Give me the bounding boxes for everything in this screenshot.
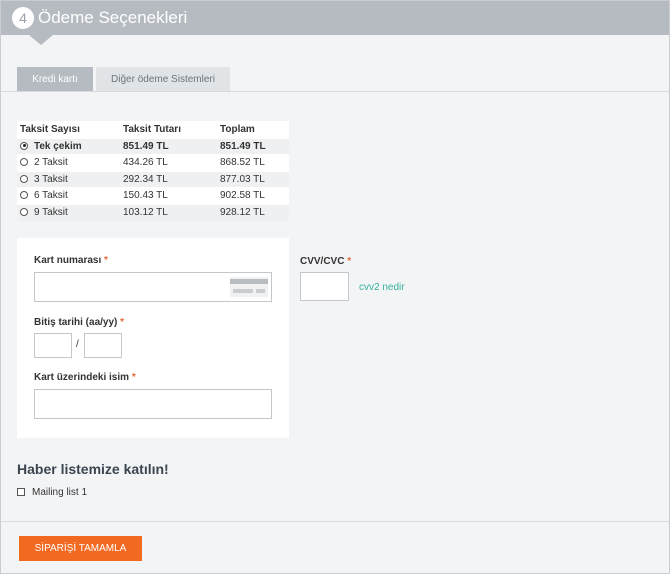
installment-label: 3 Taksit [34, 173, 68, 185]
required-mark: * [104, 255, 108, 266]
expiry-label: Bitiş tarihi (aa/yy) * [34, 317, 125, 328]
installment-amount: 150.43 TL [120, 187, 217, 204]
installment-option[interactable]: 9 Taksit [17, 203, 120, 221]
step-title: Ödeme Seçenekleri [38, 8, 188, 27]
radio-icon[interactable] [20, 191, 28, 200]
installment-total: 902.58 TL [217, 187, 289, 204]
newsletter-title: Haber listemize katılın! [17, 461, 169, 477]
cvv-help-link[interactable]: cvv2 nedir [359, 282, 405, 293]
radio-icon[interactable] [20, 208, 28, 216]
step-number-badge: 4 [12, 7, 34, 29]
installment-total: 928.12 TL [217, 203, 289, 221]
installment-total: 877.03 TL [217, 170, 289, 188]
installment-amount: 103.12 TL [120, 203, 217, 221]
step-header: 4 Ödeme Seçenekleri [1, 1, 669, 35]
installment-total: 868.52 TL [217, 154, 289, 171]
installment-label: Tek çekim [34, 140, 82, 152]
tab-credit-card[interactable]: Kredi kartı [17, 67, 93, 92]
mailing-list-label[interactable]: Mailing list 1 [32, 487, 87, 498]
required-mark: * [120, 317, 125, 328]
installment-option[interactable]: 2 Taksit [17, 154, 120, 171]
header-pointer-arrow [29, 35, 53, 45]
installment-label: 6 Taksit [34, 190, 68, 202]
cvv-label: CVV/CVC * [300, 256, 352, 267]
credit-card-icon [230, 277, 268, 297]
card-number-input[interactable] [34, 272, 272, 302]
installment-amount: 851.49 TL [120, 137, 217, 155]
required-mark: * [131, 372, 136, 383]
cvv-input[interactable] [300, 272, 349, 301]
radio-selected-icon[interactable] [20, 141, 28, 150]
column-header-installment-amount: Taksit Tutarı [123, 123, 181, 135]
tabs-divider [1, 91, 669, 92]
installment-table: Taksit Sayısı Taksit Tutarı Toplam Tek ç… [17, 121, 289, 221]
installment-total: 851.49 TL [217, 137, 289, 155]
installment-option[interactable]: 3 Taksit [17, 170, 120, 188]
tab-other-payment-systems[interactable]: Diğer ödeme Sistemleri [96, 67, 230, 92]
expiry-separator: / [76, 339, 79, 350]
complete-order-button[interactable]: SİPARİŞİ TAMAMLA [19, 536, 142, 561]
checkout-step-panel: 4 Ödeme Seçenekleri Kredi kartı Diğer öd… [0, 0, 670, 574]
column-header-total: Toplam [220, 123, 255, 135]
installment-amount: 434.26 TL [120, 154, 217, 171]
installment-label: 9 Taksit [34, 207, 68, 218]
cardholder-name-input[interactable] [34, 389, 272, 419]
installment-row[interactable]: 9 Taksit 103.12 TL 928.12 TL [17, 203, 289, 221]
installment-option[interactable]: Tek çekim [17, 137, 120, 155]
installment-row[interactable]: 6 Taksit 150.43 TL 902.58 TL [17, 187, 289, 204]
required-mark: * [347, 256, 352, 267]
installment-row[interactable]: Tek çekim 851.49 TL 851.49 TL [17, 137, 289, 155]
installment-row[interactable]: 2 Taksit 434.26 TL 868.52 TL [17, 154, 289, 171]
expiry-year-input[interactable] [84, 333, 122, 358]
radio-icon[interactable] [20, 158, 28, 167]
mailing-list-checkbox[interactable] [17, 488, 25, 496]
installment-amount: 292.34 TL [120, 170, 217, 188]
expiry-month-input[interactable] [34, 333, 72, 358]
card-number-label: Kart numarası * [34, 255, 108, 266]
installment-option[interactable]: 6 Taksit [17, 187, 120, 204]
radio-icon[interactable] [20, 174, 28, 183]
cardholder-name-label: Kart üzerindeki isim * [34, 372, 136, 383]
installment-row[interactable]: 3 Taksit 292.34 TL 877.03 TL [17, 170, 289, 188]
footer-divider [1, 521, 669, 522]
column-header-installment-count: Taksit Sayısı [20, 123, 80, 135]
installment-label: 2 Taksit [34, 157, 68, 169]
